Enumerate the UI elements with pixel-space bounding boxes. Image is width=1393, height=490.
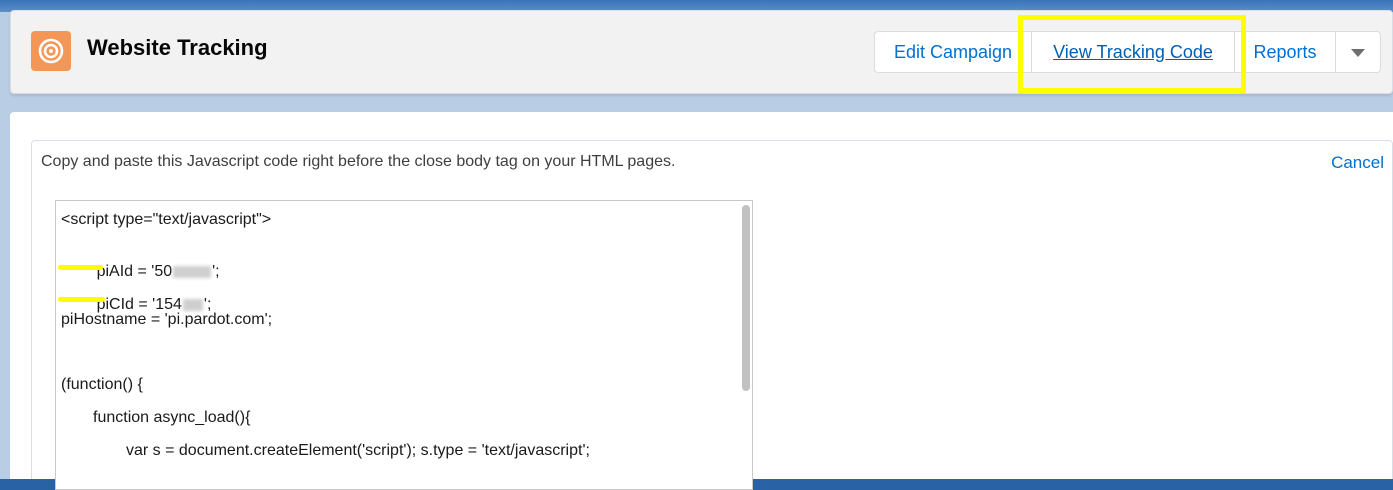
tracking-code-panel: Copy and paste this Javascript code righ…	[31, 140, 1393, 490]
reports-button[interactable]: Reports	[1234, 31, 1336, 73]
cancel-link[interactable]: Cancel	[1331, 153, 1384, 173]
redacted-value	[182, 298, 203, 311]
chevron-down-icon	[1351, 42, 1365, 63]
code-line: (function() {	[61, 376, 143, 393]
page-title: Website Tracking	[87, 35, 268, 60]
highlight-underline	[58, 265, 103, 270]
code-line: <script type="text/javascript">	[61, 211, 272, 228]
code-line: var s = document.createElement('script')…	[126, 442, 590, 459]
code-line: piHostname = 'pi.pardot.com';	[61, 311, 273, 328]
highlight-underline	[58, 297, 105, 302]
main-panel: Copy and paste this Javascript code righ…	[10, 112, 1393, 490]
code-text: ';	[212, 263, 220, 280]
target-icon	[31, 31, 71, 71]
redacted-value	[173, 265, 212, 278]
edit-campaign-button[interactable]: Edit Campaign	[874, 31, 1032, 73]
highlight-annotation	[1018, 15, 1246, 93]
code-line: function async_load(){	[93, 409, 251, 426]
tracking-code-textarea[interactable]: <script type="text/javascript"> piAId = …	[55, 200, 753, 490]
more-actions-button[interactable]	[1335, 31, 1381, 73]
instructions-text: Copy and paste this Javascript code righ…	[41, 153, 676, 170]
scrollbar-thumb[interactable]	[742, 205, 750, 391]
